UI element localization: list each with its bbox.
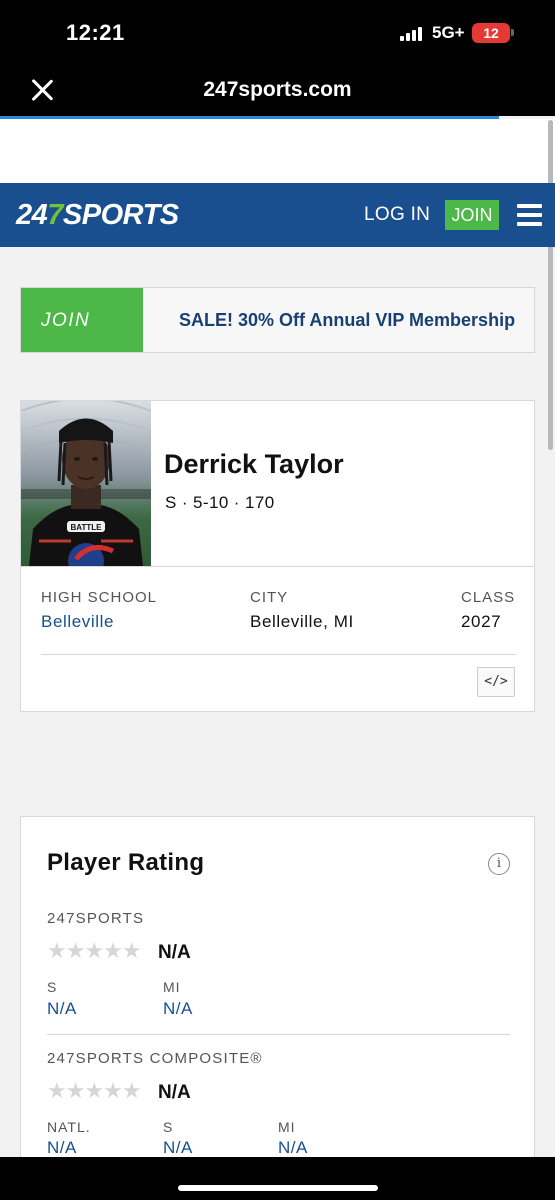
state-rank-value[interactable]: N/A — [163, 999, 193, 1019]
player-photo: BATTLE — [21, 401, 151, 566]
state-rank-label: MI — [163, 979, 181, 995]
card-divider-mid — [41, 654, 516, 655]
battery-icon: 12 — [472, 23, 510, 43]
promo-text[interactable]: SALE! 30% Off Annual VIP Membership — [179, 310, 515, 331]
battery-level: 12 — [483, 25, 499, 41]
ad-space — [0, 119, 555, 183]
embed-code-icon[interactable]: </> — [477, 667, 515, 697]
battery-tip — [511, 29, 514, 36]
bottom-toolbar — [0, 1157, 555, 1200]
promo-banner[interactable]: JOIN SALE! 30% Off Annual VIP Membership — [20, 287, 535, 353]
scrollbar[interactable] — [548, 120, 553, 450]
player-name: Derrick Taylor — [164, 449, 344, 479]
status-bar: 12:21 5G+ 12 — [0, 0, 555, 64]
logo-prefix: 24 — [16, 199, 48, 231]
player-rating-card: Player Rating i 247SPORTS ★★★★★ N/A S N/… — [20, 816, 535, 1176]
site-logo[interactable]: 247SPORTS — [16, 199, 179, 231]
city-label: CITY — [250, 589, 289, 606]
position-rank-label: S — [47, 979, 58, 995]
promo-join-label: JOIN — [41, 310, 91, 331]
composite-position-value[interactable]: N/A — [163, 1138, 193, 1158]
sports247-rating-value: N/A — [158, 942, 191, 963]
composite-position-label: S — [163, 1119, 174, 1135]
rating-divider — [47, 1034, 510, 1035]
position-rank-value[interactable]: N/A — [47, 999, 77, 1019]
hamburger-menu-icon[interactable] — [517, 204, 542, 226]
network-type: 5G+ — [432, 23, 465, 42]
high-school-link[interactable]: Belleville — [41, 612, 114, 632]
player-meta: S · 5-10 · 170 — [165, 493, 275, 512]
composite-rating-label: 247SPORTS COMPOSITE® — [47, 1050, 263, 1067]
site-header: 247SPORTS LOG IN JOIN — [0, 183, 555, 247]
jersey-text: BATTLE — [71, 523, 103, 532]
composite-state-label: MI — [278, 1119, 296, 1135]
player-card: BATTLE Derrick Taylor S · 5-10 · 170 HIG… — [20, 400, 535, 712]
star-rating-icon: ★★★★★ — [47, 938, 142, 963]
class-value: 2027 — [461, 612, 502, 631]
url-display[interactable]: 247sports.com — [0, 78, 555, 102]
rating-title: Player Rating — [47, 849, 205, 876]
class-label: CLASS — [461, 589, 516, 606]
card-divider — [21, 566, 534, 567]
composite-state-value[interactable]: N/A — [278, 1138, 308, 1158]
sports247-rating-label: 247SPORTS — [47, 910, 145, 927]
national-rank-value[interactable]: N/A — [47, 1138, 77, 1158]
city-value: Belleville, MI — [250, 612, 354, 631]
composite-rating-value: N/A — [158, 1082, 191, 1103]
logo-seven: 7 — [47, 199, 63, 231]
home-indicator[interactable] — [178, 1185, 378, 1191]
browser-bar: 247sports.com — [0, 64, 555, 116]
status-time: 12:21 — [66, 20, 125, 45]
high-school-label: HIGH SCHOOL — [41, 589, 158, 606]
join-button[interactable]: JOIN — [445, 200, 499, 230]
logo-suffix: SPORTS — [62, 199, 179, 231]
national-rank-label: NATL. — [47, 1119, 91, 1135]
promo-arrow-shape — [113, 288, 143, 352]
signal-icon — [400, 27, 426, 41]
composite-star-rating-icon: ★★★★★ — [47, 1078, 142, 1103]
login-link[interactable]: LOG IN — [364, 204, 430, 226]
info-icon[interactable]: i — [488, 853, 510, 875]
